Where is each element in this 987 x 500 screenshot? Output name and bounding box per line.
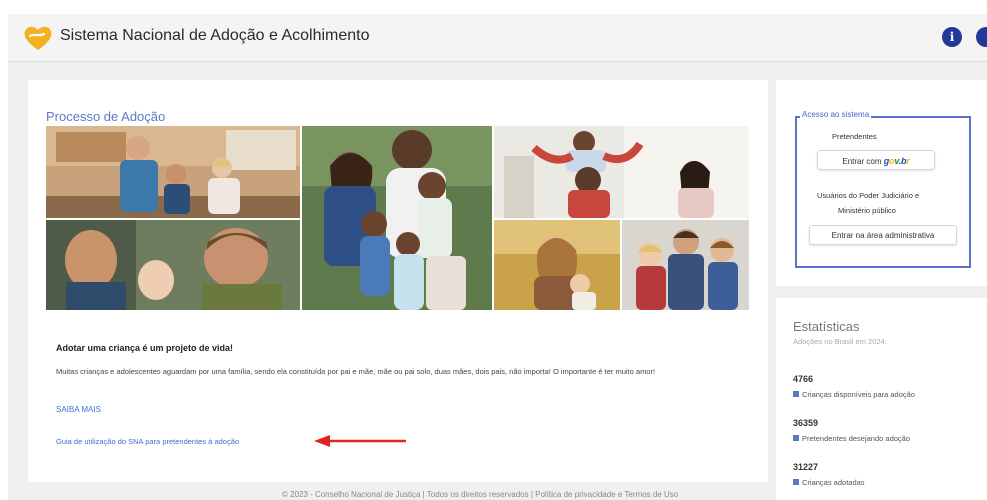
photo-kids-playing xyxy=(494,126,749,218)
pretendentes-label: Pretendentes xyxy=(832,132,877,141)
legend-square-icon xyxy=(793,479,799,485)
legend-square-icon xyxy=(793,391,799,397)
footer-text: © 2023 - Conselho Nacional de Justiça | … xyxy=(282,490,679,499)
stat-value-pretendentes: 36359 xyxy=(793,418,819,428)
photo-family-hug xyxy=(302,126,492,310)
legend-square-icon xyxy=(793,435,799,441)
photo-mosaic xyxy=(46,126,749,310)
app-root: Sistema Nacional de Adoção e Acolhimento… xyxy=(0,0,987,500)
stats-subtitle: Adoções no Brasil em 2024: xyxy=(793,337,887,346)
govbr-logo-icon: gov.br xyxy=(883,156,910,166)
photo-family-kitchen xyxy=(46,126,300,218)
stat-label-adopted: Crianças adotadas xyxy=(793,478,865,487)
stat-label-available: Crianças disponíveis para adoção xyxy=(793,390,915,399)
photo-father-baby xyxy=(46,220,300,310)
description-text: Muitas crianças e adolescentes aguardam … xyxy=(56,367,656,376)
heart-logo-icon[interactable] xyxy=(22,24,54,52)
info-icon[interactable]: i xyxy=(942,27,962,47)
access-card: Acesso ao sistema Pretendentes Entrar co… xyxy=(776,80,987,286)
stats-title: Estatísticas xyxy=(793,319,860,334)
adoption-process-card: Processo de Adoção Adotar uma criança é … xyxy=(28,80,768,482)
stats-card: Estatísticas Adoções no Brasil em 2024: … xyxy=(776,298,987,500)
stat-label-pretendentes: Pretendentes desejando adoção xyxy=(793,434,910,443)
app-title: Sistema Nacional de Adoção e Acolhimento xyxy=(60,27,370,44)
admin-login-button[interactable]: Entrar na área administrativa xyxy=(809,225,957,245)
judiciary-label-line2: Ministério público xyxy=(838,206,896,215)
section-title: Processo de Adoção xyxy=(46,109,166,124)
saiba-mais-link[interactable]: SAIBA MAIS xyxy=(56,405,101,414)
guide-link[interactable]: Guia de utilização do SNA para pretenden… xyxy=(56,437,239,446)
stat-value-adopted: 31227 xyxy=(793,462,819,472)
stat-value-available: 4766 xyxy=(793,374,814,384)
access-legend: Acesso ao sistema xyxy=(800,110,872,119)
govbr-login-button[interactable]: Entrar com gov.br xyxy=(817,150,935,170)
app-header: Sistema Nacional de Adoção e Acolhimento… xyxy=(8,14,987,62)
help-icon[interactable] xyxy=(976,27,987,47)
govbr-button-label: Entrar com xyxy=(842,157,882,166)
photo-mother-child-field xyxy=(494,220,620,310)
top-strip xyxy=(0,0,987,14)
tagline: Adotar uma criança é um projeto de vida! xyxy=(56,343,234,353)
photo-father-two-boys xyxy=(622,220,749,310)
judiciary-label-line1: Usuários do Poder Judiciário e xyxy=(817,191,920,200)
red-arrow-icon xyxy=(314,435,406,447)
